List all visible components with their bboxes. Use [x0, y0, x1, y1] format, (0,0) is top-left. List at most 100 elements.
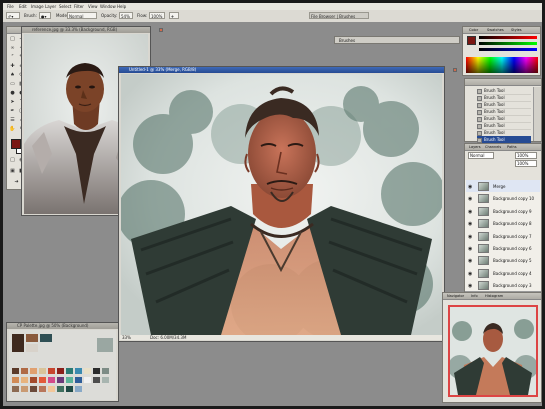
doc-size-info[interactable]: Doc: 6.00M/34.3M — [150, 335, 186, 340]
palette-swatch[interactable] — [75, 368, 82, 374]
visibility-eye-icon[interactable]: ◉ — [468, 271, 472, 277]
healing-brush-icon[interactable]: ✚ — [9, 63, 16, 70]
zoom-level[interactable]: 33% — [122, 335, 131, 340]
path-selection-icon[interactable]: ➤ — [9, 99, 16, 106]
palette-swatch[interactable] — [12, 368, 19, 374]
blur-tool-icon[interactable]: ● — [9, 90, 16, 97]
history-scrollbar[interactable] — [533, 87, 541, 141]
palette-swatch[interactable] — [66, 368, 73, 374]
main-canvas[interactable] — [121, 74, 442, 335]
tab-navigator[interactable]: Navigator — [447, 294, 464, 298]
visibility-eye-icon[interactable]: ◉ — [468, 209, 472, 215]
tab-info[interactable]: Info — [471, 294, 478, 298]
palette-swatch[interactable] — [66, 377, 73, 383]
layer-blend-mode-select[interactable]: Normal — [468, 152, 494, 159]
close-icon[interactable] — [159, 28, 163, 32]
airbrush-toggle[interactable]: ✈ — [169, 12, 179, 19]
palette-swatch[interactable] — [84, 368, 91, 374]
visibility-eye-icon[interactable]: ◉ — [468, 246, 472, 252]
screen-mode-icon[interactable]: ▣ — [9, 168, 16, 175]
reference-titlebar[interactable]: reference.jpg @ 33.3% (Background, RGB) — [22, 27, 163, 33]
menu-layer[interactable]: Layer — [45, 4, 56, 9]
palette-swatch[interactable] — [21, 386, 28, 392]
brushes-tab[interactable]: Brushes — [339, 38, 355, 43]
tab-histogram[interactable]: Histogram — [485, 294, 503, 298]
tab-swatches[interactable]: Swatches — [487, 28, 504, 32]
brushes-palette-well[interactable]: Brushes — [334, 36, 460, 44]
palette-swatch[interactable] — [12, 377, 19, 383]
menu-edit[interactable]: Edit — [19, 4, 27, 9]
palette-swatch[interactable] — [12, 386, 19, 392]
brush-picker[interactable]: ●▾ — [39, 12, 51, 19]
palette-swatch[interactable] — [21, 368, 28, 374]
palette-swatch[interactable] — [75, 377, 82, 383]
standard-mode-icon[interactable]: □ — [9, 157, 16, 164]
flow-field[interactable]: 100% — [149, 12, 165, 19]
tool-preset-picker[interactable]: ✐▾ — [6, 12, 20, 19]
visibility-eye-icon[interactable]: ◉ — [468, 283, 472, 289]
blue-slider[interactable] — [479, 48, 537, 51]
visibility-eye-icon[interactable]: ◉ — [468, 258, 472, 264]
history-panel-titlebar[interactable] — [465, 79, 541, 86]
menu-file[interactable]: File — [7, 4, 14, 9]
menu-filter[interactable]: Filter — [74, 4, 84, 9]
menu-view[interactable]: View — [88, 4, 98, 9]
palette-swatch[interactable] — [26, 344, 38, 352]
eraser-tool-icon[interactable]: ▭ — [9, 81, 16, 88]
palette-swatch[interactable] — [26, 334, 38, 342]
palette-swatch[interactable] — [30, 377, 37, 383]
opacity-field[interactable]: 54% — [119, 12, 133, 19]
palette-swatch[interactable] — [102, 377, 109, 383]
layer-fill-field[interactable]: 100% — [515, 160, 537, 167]
visibility-eye-icon[interactable]: ◉ — [468, 234, 472, 240]
menu-image[interactable]: Image — [31, 4, 44, 9]
palette-swatch[interactable] — [93, 377, 100, 383]
visibility-eye-icon[interactable]: ◉ — [468, 184, 472, 190]
foreground-color-swatch[interactable] — [11, 139, 21, 149]
close-icon[interactable] — [453, 68, 457, 72]
palette-swatch[interactable] — [12, 334, 24, 352]
palette-swatch[interactable] — [66, 386, 73, 392]
green-slider[interactable] — [479, 42, 537, 45]
menu-help[interactable]: Help — [117, 4, 126, 9]
layer-opacity-field[interactable]: 100% — [515, 152, 537, 159]
crop-tool-icon[interactable]: ⌜ — [9, 54, 16, 61]
palette-swatch[interactable] — [48, 377, 55, 383]
palette-canvas[interactable] — [9, 330, 116, 400]
jump-to-imageready-icon[interactable]: ➜ — [13, 179, 20, 186]
palette-titlebar[interactable]: CP Palette.jpg @ 50% (Background) — [7, 323, 131, 329]
palette-swatch[interactable] — [75, 386, 82, 392]
palette-swatch[interactable] — [30, 368, 37, 374]
palette-swatch[interactable] — [39, 368, 46, 374]
lasso-tool-icon[interactable]: ∞ — [9, 45, 16, 52]
palette-swatch[interactable] — [39, 386, 46, 392]
palette-swatch[interactable] — [102, 368, 109, 374]
navigator-preview[interactable] — [448, 305, 538, 397]
palette-swatch[interactable] — [97, 338, 113, 352]
palette-swatch[interactable] — [39, 377, 46, 383]
tab-styles[interactable]: Styles — [511, 28, 522, 32]
palette-swatch[interactable] — [30, 386, 37, 392]
palette-swatch[interactable] — [48, 386, 55, 392]
tab-layers[interactable]: Layers — [469, 145, 481, 149]
palette-swatch[interactable] — [57, 386, 64, 392]
hand-tool-icon[interactable]: ✋ — [9, 126, 16, 133]
foreground-color-chip[interactable] — [467, 36, 476, 45]
palette-swatch[interactable] — [84, 377, 91, 383]
file-browser-well[interactable]: File Browser | Brushes — [309, 12, 369, 19]
palette-swatch[interactable] — [93, 368, 100, 374]
palette-swatch[interactable] — [57, 377, 64, 383]
notes-tool-icon[interactable]: ☰ — [9, 117, 16, 124]
mode-select[interactable]: Normal — [67, 12, 97, 19]
tab-channels[interactable]: Channels — [485, 145, 501, 149]
red-slider[interactable] — [479, 36, 537, 39]
main-document-window[interactable]: Untitled-1 @ 33% (Merge, RGB/8) 33% Doc:… — [118, 66, 457, 342]
visibility-eye-icon[interactable]: ◉ — [468, 196, 472, 202]
tab-paths[interactable]: Paths — [507, 145, 517, 149]
menu-window[interactable]: Window — [100, 4, 116, 9]
palette-swatch[interactable] — [40, 334, 52, 342]
menu-select[interactable]: Select — [59, 4, 71, 9]
palette-swatch[interactable] — [48, 368, 55, 374]
clone-stamp-icon[interactable]: ♠ — [9, 72, 16, 79]
palette-document-window[interactable]: CP Palette.jpg @ 50% (Background) — [6, 322, 131, 402]
